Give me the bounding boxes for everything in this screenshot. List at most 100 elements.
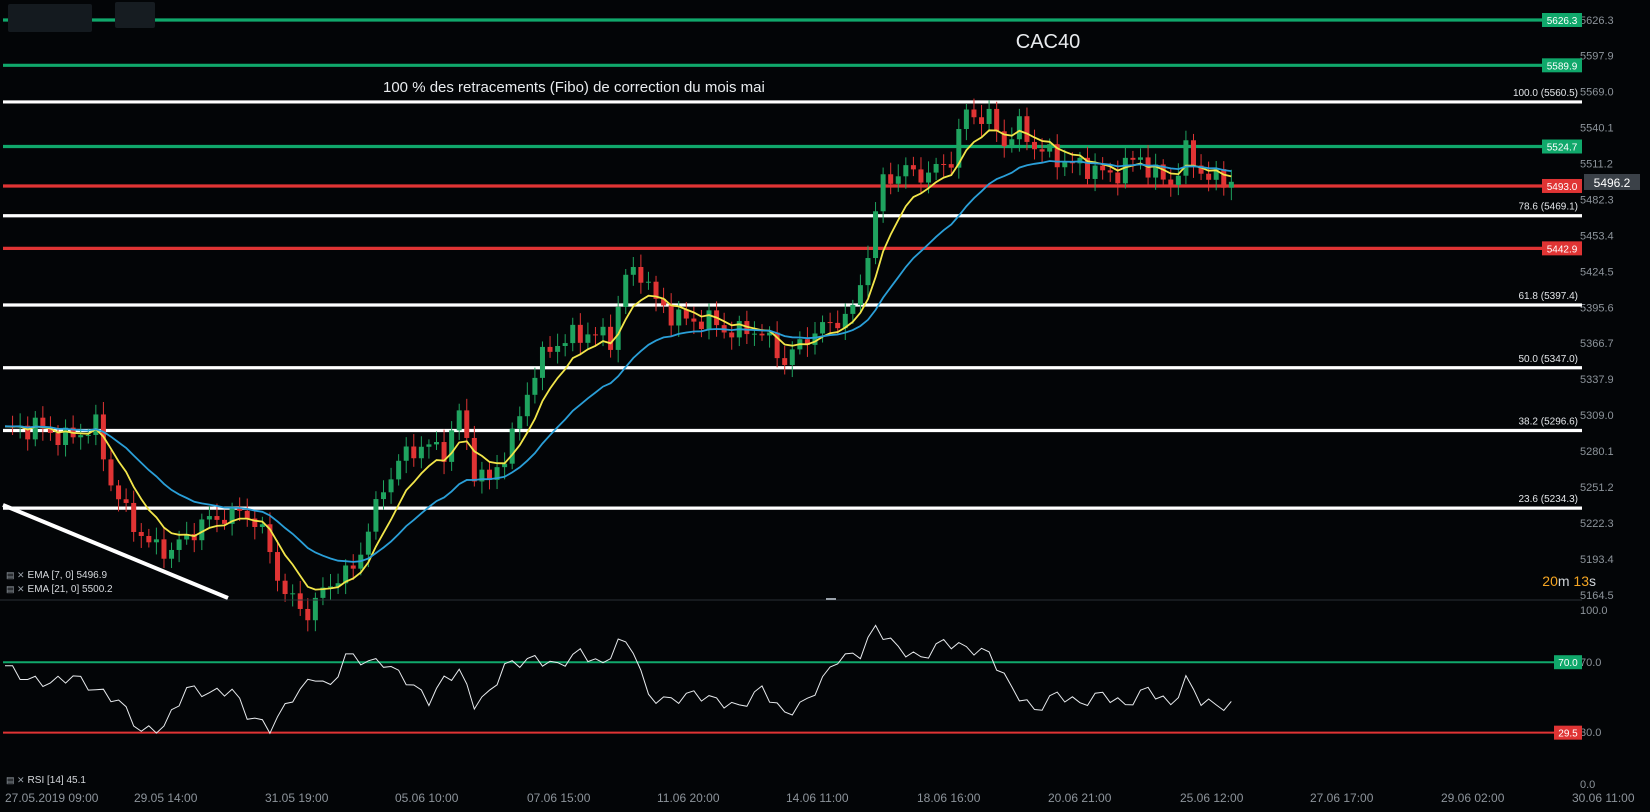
candle-body (55, 432, 61, 446)
candle-body (388, 479, 394, 493)
price-tick-label: 5626.3 (1580, 15, 1614, 27)
candle-body (547, 346, 553, 352)
candle-body (539, 346, 545, 378)
price-tick-label: 5280.1 (1580, 446, 1614, 458)
x-tick-label: 14.06 11:00 (786, 791, 849, 805)
x-tick-label: 25.06 12:00 (1180, 791, 1244, 805)
candle-body (668, 305, 674, 326)
candle-body (857, 285, 863, 305)
rsi-line (4, 624, 1232, 735)
trading-chart[interactable]: 5626.3 5597.9 5569.0 5540.1 5511.2 5482.3 5453… (0, 0, 1650, 812)
candle-body (426, 444, 432, 447)
candle-body (206, 516, 212, 520)
candle-body (433, 442, 439, 445)
price-tick-label: 5540.1 (1580, 122, 1614, 134)
fib-level-label: 23.6 (5234.3) (1519, 494, 1579, 505)
candle-body (1206, 173, 1212, 180)
candle-body (850, 304, 856, 314)
symbol-selector[interactable] (8, 4, 92, 32)
rsi-tick-label: 70.0 (1580, 657, 1601, 669)
x-tick-label: 27.05.2019 09:00 (5, 791, 99, 805)
price-tick-label: 5482.3 (1580, 194, 1614, 206)
candle-body (698, 321, 704, 330)
candle-countdown: 20m 13s (1542, 573, 1596, 589)
rsi-level-tag-label: 29.5 (1558, 729, 1578, 740)
candle-body (282, 580, 288, 595)
candle-body (751, 333, 757, 335)
candle-body (153, 539, 159, 543)
price-pane[interactable]: 5626.3 5597.9 5569.0 5540.1 5511.2 5482.3 5453… (0, 13, 1640, 632)
candle-body (1039, 149, 1045, 152)
rsi-tick-label: 100.0 (1580, 605, 1608, 617)
ema7-label: EMA [7, 0] 5496.9 (27, 570, 108, 581)
candle-body (381, 492, 386, 500)
candle-body (963, 109, 969, 129)
ema21-legend[interactable]: ▤ ✕ EMA [21, 0] 5500.2 (6, 584, 113, 595)
candle-body (297, 593, 303, 609)
chart-controls-button[interactable] (115, 2, 155, 28)
candle-body (638, 267, 644, 283)
candle-body (509, 428, 515, 464)
rsi-level-tag-label: 70.0 (1558, 658, 1578, 669)
price-tick-label: 5222.3 (1580, 518, 1614, 530)
candle-body (926, 172, 932, 183)
candle-body (979, 117, 985, 124)
candle-body (244, 510, 250, 519)
candle-body (1228, 181, 1234, 188)
candle-body (570, 324, 576, 344)
price-tick-label: 5424.5 (1580, 266, 1614, 278)
candle-body (1138, 157, 1143, 160)
rsi-tick-label: 30.0 (1580, 727, 1601, 739)
x-tick-label: 27.06 17:00 (1310, 791, 1374, 805)
price-tick-label: 5366.7 (1580, 338, 1614, 350)
rsi-pane[interactable]: 100.0 70.0 30.0 0.0 70.0 29.5 (3, 605, 1608, 791)
candle-body (108, 459, 114, 486)
rsi-legend[interactable]: ▤ ✕ RSI [14] 45.1 (6, 775, 86, 786)
indicator-settings-icon[interactable]: ▤ ✕ (6, 570, 25, 580)
x-tick-label: 07.06 15:00 (527, 791, 591, 805)
candle-body (994, 108, 1000, 132)
candle-body (138, 531, 144, 536)
candle-body (396, 460, 402, 480)
candle-body (1062, 162, 1068, 168)
price-tick-label: 5453.4 (1580, 230, 1614, 242)
candle-body (199, 519, 205, 541)
candle-body (146, 535, 152, 543)
indicator-settings-icon[interactable]: ▤ ✕ (6, 584, 25, 594)
candle-body (706, 310, 712, 330)
price-tick-label: 5193.4 (1580, 554, 1614, 566)
x-tick-label: 29.05 14:00 (134, 791, 198, 805)
candle-body (517, 416, 523, 429)
candle-body (888, 174, 894, 184)
candle-body (600, 326, 606, 336)
x-tick-label: 05.06 10:00 (395, 791, 459, 805)
candle-body (403, 446, 409, 461)
countdown-minutes-unit: m (1557, 573, 1570, 589)
ema7-legend[interactable]: ▤ ✕ EMA [7, 0] 5496.9 (6, 570, 107, 581)
price-level-tag-label: 5626.3 (1547, 16, 1578, 27)
indicator-settings-icon[interactable]: ▤ ✕ (6, 775, 25, 785)
fib-level-label: 38.2 (5296.6) (1519, 417, 1579, 428)
candle-body (729, 332, 735, 338)
countdown-seconds: 13 (1573, 573, 1589, 589)
last-price-label: 5496.2 (1594, 176, 1631, 190)
price-tick-label: 5395.6 (1580, 302, 1614, 314)
price-tick-label: 5569.0 (1580, 86, 1614, 98)
candle-body (1047, 144, 1053, 152)
candle-body (524, 394, 530, 417)
candle-body (214, 516, 220, 520)
x-tick-label: 11.06 20:00 (657, 791, 720, 805)
pane-resize-handle (826, 598, 836, 600)
candle-body (918, 169, 924, 183)
candle-body (373, 499, 379, 532)
price-level-tag-label: 5589.9 (1547, 61, 1578, 72)
candle-body (176, 539, 182, 550)
price-tick-label: 5337.9 (1580, 374, 1614, 386)
candle-body (85, 434, 91, 436)
rsi-label: RSI [14] 45.1 (27, 775, 86, 786)
price-tick-label: 5164.5 (1580, 590, 1614, 602)
candle-body (259, 524, 265, 528)
fib-level-label: 78.6 (5469.1) (1519, 202, 1579, 213)
price-tick-label: 5597.9 (1580, 50, 1614, 62)
candle-body (562, 343, 568, 347)
